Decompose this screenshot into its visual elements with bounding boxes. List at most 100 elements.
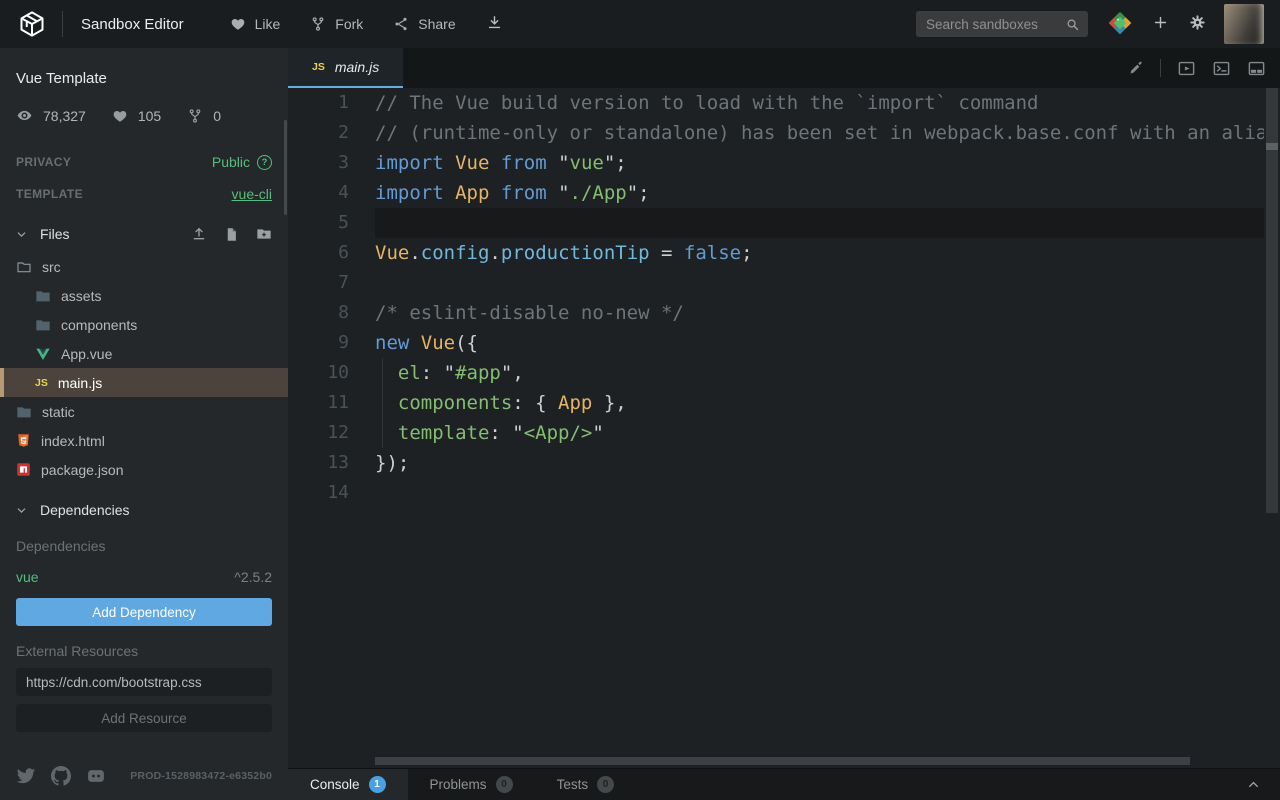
share-icon	[393, 16, 409, 32]
line-number: 12	[288, 418, 349, 448]
tab-main-js[interactable]: JS main.js	[288, 48, 403, 88]
console-toggle-icon[interactable]	[1212, 59, 1231, 78]
code-token: el	[398, 362, 421, 384]
code-line: 3import Vue from "vue";	[288, 148, 1264, 178]
code-token: .	[409, 242, 420, 264]
console-tab-badge: 0	[597, 776, 614, 793]
console-tab-badge: 0	[496, 776, 513, 793]
download-button[interactable]	[486, 14, 503, 34]
upload-icon[interactable]	[191, 226, 207, 242]
code-line: 14	[288, 478, 1264, 508]
codesandbox-logo-icon[interactable]	[18, 10, 46, 38]
file-tree-item-package-json[interactable]: package.json	[0, 455, 288, 484]
code-line: 2// (runtime-only or standalone) has bee…	[288, 118, 1264, 148]
twitter-icon[interactable]	[16, 766, 36, 786]
privacy-label: PRIVACY	[16, 155, 71, 169]
code-token: =	[650, 242, 684, 264]
console-tab-tests[interactable]: Tests0	[535, 769, 637, 800]
code-content: components: { App },	[375, 388, 1264, 418]
editor-layout-icon[interactable]	[1247, 59, 1266, 78]
file-tree-item-assets[interactable]: assets	[0, 281, 288, 310]
code-token: Vue	[421, 332, 455, 354]
package-name[interactable]: vue	[16, 569, 39, 585]
like-button[interactable]: Like	[230, 16, 281, 32]
code-content: });	[375, 448, 1264, 478]
file-tree-item-App-vue[interactable]: App.vue	[0, 339, 288, 368]
code-content: // The Vue build version to load with th…	[375, 88, 1264, 118]
prettier-icon[interactable]	[1127, 60, 1144, 77]
code-token: <App/>	[524, 422, 593, 444]
preview-toggle-icon[interactable]	[1177, 59, 1196, 78]
line-number: 1	[288, 88, 349, 118]
code-content	[375, 268, 1264, 298]
new-sandbox-button[interactable]	[1152, 14, 1169, 34]
settings-button[interactable]	[1189, 14, 1206, 34]
add-dependency-button[interactable]: Add Dependency	[16, 598, 272, 626]
plus-icon	[1152, 14, 1169, 31]
code-token: ;	[741, 242, 752, 264]
app-title: Sandbox Editor	[81, 16, 184, 33]
indent-guide	[382, 418, 383, 448]
code-token: : "	[421, 362, 455, 384]
help-icon[interactable]: ?	[257, 155, 272, 170]
search-input[interactable]	[926, 17, 1065, 32]
external-resource-input[interactable]	[16, 668, 272, 696]
header: Sandbox Editor Like Fork Share	[0, 0, 1280, 48]
patron-gem-button[interactable]	[1108, 11, 1132, 38]
code-token: #app	[455, 362, 501, 384]
share-button[interactable]: Share	[393, 16, 455, 32]
code-token: ";	[604, 152, 627, 174]
gem-icon	[1108, 11, 1132, 35]
new-file-icon[interactable]	[224, 226, 239, 242]
line-number: 7	[288, 268, 349, 298]
file-name: assets	[61, 288, 101, 304]
new-folder-icon[interactable]	[256, 226, 272, 242]
project-title: Vue Template	[16, 70, 272, 87]
add-resource-button[interactable]: Add Resource	[16, 704, 272, 732]
github-icon[interactable]	[51, 766, 71, 786]
search-icon[interactable]	[1065, 17, 1080, 32]
code-token	[375, 392, 398, 414]
stat: 78,327	[16, 107, 86, 124]
chevron-up-icon	[1247, 778, 1260, 791]
horizontal-scrollbar[interactable]	[375, 757, 1190, 765]
header-divider	[62, 11, 63, 37]
code-token: template	[398, 422, 490, 444]
console-tab-console[interactable]: Console1	[288, 769, 408, 800]
file-tree-item-index-html[interactable]: index.html	[0, 426, 288, 455]
package-row: vue^2.5.2	[16, 569, 272, 585]
template-link[interactable]: vue-cli	[232, 186, 272, 202]
code-token: vue	[570, 152, 604, 174]
code-content	[375, 478, 1264, 508]
console-tab-problems[interactable]: Problems0	[408, 769, 535, 800]
vertical-scrollbar[interactable]	[1266, 88, 1278, 513]
code-token: config	[421, 242, 490, 264]
file-tree-item-static[interactable]: static	[0, 397, 288, 426]
discord-icon[interactable]	[86, 766, 106, 786]
sidebar-scrollbar[interactable]	[284, 120, 287, 215]
code-line: 10 el: "#app",	[288, 358, 1264, 388]
code-content: /* eslint-disable no-new */	[375, 298, 1264, 328]
file-name: package.json	[41, 462, 124, 478]
files-section-header[interactable]: Files	[16, 226, 272, 242]
privacy-row: PRIVACY Public ?	[16, 154, 272, 170]
code-editor[interactable]: 1 // The Vue build version to load with t…	[288, 88, 1280, 768]
code-content: import App from "./App";	[375, 178, 1264, 208]
tab-label: main.js	[335, 59, 379, 75]
files-section-label: Files	[40, 226, 70, 242]
search-box	[916, 11, 1088, 37]
code-token: from	[501, 182, 547, 204]
code-token: : "	[489, 422, 523, 444]
file-tree-item-src[interactable]: src	[0, 252, 288, 281]
avatar[interactable]	[1224, 4, 1264, 44]
code-content: template: "<App/>"	[375, 418, 1264, 448]
file-tree-item-main-js[interactable]: JSmain.js	[0, 368, 288, 397]
fork-icon	[310, 16, 326, 32]
dependencies-section-header[interactable]: Dependencies	[16, 502, 272, 518]
heart-icon	[230, 16, 246, 32]
console-tab-label: Console	[310, 777, 360, 792]
file-tree-item-components[interactable]: components	[0, 310, 288, 339]
console-collapse-button[interactable]	[1247, 769, 1280, 800]
fork-button[interactable]: Fork	[310, 16, 363, 32]
workspace: JS main.js 1 // The Vue build version to …	[288, 48, 1280, 800]
